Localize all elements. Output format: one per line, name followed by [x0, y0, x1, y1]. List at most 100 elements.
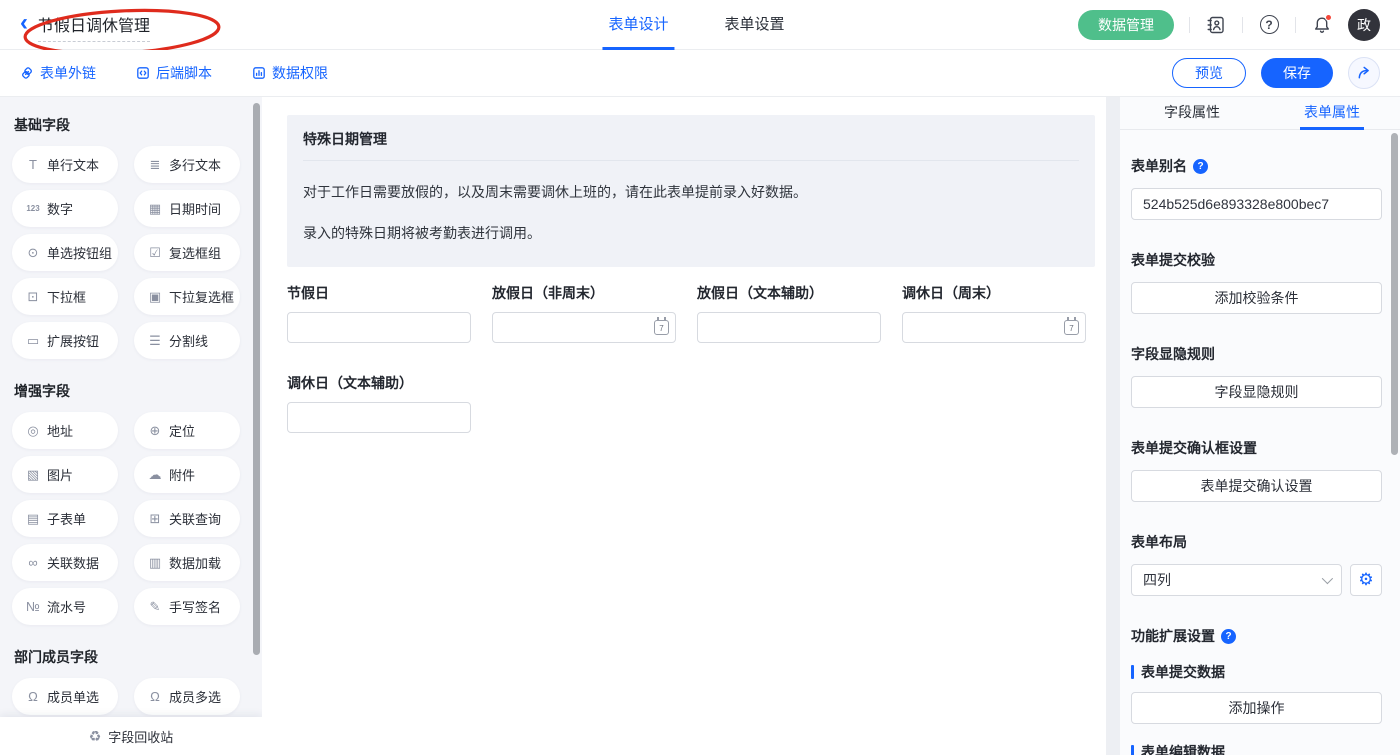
script-icon: [136, 66, 150, 80]
sidebar-item-address[interactable]: ◎地址: [12, 412, 118, 449]
notification-bell-icon[interactable]: [1311, 14, 1333, 36]
workday-weekend-input[interactable]: [902, 312, 1086, 343]
user-avatar[interactable]: 政: [1348, 9, 1380, 41]
sidebar-item-checkbox-group[interactable]: ☑复选框组: [134, 234, 240, 271]
workday-text-input[interactable]: [287, 402, 471, 433]
tab-form-properties[interactable]: 表单属性: [1304, 97, 1360, 130]
sidebar-scrollbar[interactable]: [253, 103, 260, 655]
field-library-sidebar: 基础字段 T单行文本 ≣多行文本 123数字 ▦日期时间 ⊙单选按钮组 ☑复选框…: [0, 97, 262, 755]
sidebar-item-multi-line-text[interactable]: ≣多行文本: [134, 146, 240, 183]
sidebar-item-linked-query[interactable]: ⊞关联查询: [134, 500, 240, 537]
sidebar-item-subform[interactable]: ▤子表单: [12, 500, 118, 537]
data-manage-button[interactable]: 数据管理: [1078, 10, 1174, 40]
bar-chart-icon: ▥: [147, 555, 163, 571]
dayoff-nonweekend-input[interactable]: [492, 312, 676, 343]
sidebar-item-serial-number[interactable]: №流水号: [12, 588, 118, 625]
divider-icon: ☰: [147, 333, 163, 349]
form-alias-input[interactable]: [1131, 188, 1382, 220]
crosshair-icon: ⊕: [147, 423, 163, 439]
sidebar-item-signature[interactable]: ✎手写签名: [134, 588, 240, 625]
sidebar-item-number[interactable]: 123数字: [12, 190, 118, 227]
sidebar-item-linked-data[interactable]: ∞关联数据: [12, 544, 118, 581]
back-icon[interactable]: ‹: [20, 13, 28, 33]
divider: [1242, 17, 1243, 33]
sidebar-item-extend-button[interactable]: ▭扩展按钮: [12, 322, 118, 359]
form-design-canvas: 特殊日期管理 对于工作日需要放假的，以及周末需要调休上班的，请在此表单提前录入好…: [262, 97, 1106, 755]
help-icon[interactable]: ?: [1193, 159, 1208, 174]
form-toolbar: 表单外链 后端脚本 数据权限 预览 保存: [0, 50, 1400, 97]
form-external-link[interactable]: 表单外链: [20, 63, 96, 83]
submit-validation-label: 表单提交校验: [1131, 250, 1215, 270]
sidebar-item-image[interactable]: ▧图片: [12, 456, 118, 493]
layout-settings-button[interactable]: ⚙: [1350, 564, 1382, 596]
sidebar-item-radio-group[interactable]: ⊙单选按钮组: [12, 234, 118, 271]
panel-title: 特殊日期管理: [303, 129, 1079, 161]
panel-description-2: 录入的特殊日期将被考勤表进行调用。: [303, 223, 1079, 243]
dayoff-text-input[interactable]: [697, 312, 881, 343]
people-icon: Ω: [147, 689, 163, 704]
sidebar-item-datetime[interactable]: ▦日期时间: [134, 190, 240, 227]
sidebar-item-member-single[interactable]: Ω成员单选: [12, 678, 118, 715]
notification-badge: [1325, 14, 1332, 21]
field-visibility-label: 字段显隐规则: [1131, 344, 1215, 364]
sidebar-item-single-line-text[interactable]: T单行文本: [12, 146, 118, 183]
recycle-icon: ♻: [89, 728, 102, 745]
linked-query-icon: ⊞: [147, 511, 163, 527]
sidebar-item-member-multi[interactable]: Ω成员多选: [134, 678, 240, 715]
share-arrow-icon: [1355, 64, 1373, 82]
data-permission-link[interactable]: 数据权限: [252, 63, 328, 83]
field-holiday[interactable]: 节假日: [287, 283, 471, 343]
subform-icon: ▤: [25, 511, 41, 527]
submit-confirm-button[interactable]: 表单提交确认设置: [1131, 470, 1382, 502]
chain-link-icon: ∞: [25, 555, 41, 570]
sidebar-item-select[interactable]: ⊡下拉框: [12, 278, 118, 315]
field-recycle-bin[interactable]: ♻ 字段回收站: [0, 717, 262, 755]
edit-data-label: 表单编辑数据: [1141, 742, 1225, 755]
divider: [1189, 17, 1190, 33]
date-picker-icon[interactable]: 7: [654, 320, 669, 335]
chevron-down-icon: [1322, 573, 1333, 584]
sidebar-item-geolocation[interactable]: ⊕定位: [134, 412, 240, 449]
field-workday-text[interactable]: 调休日（文本辅助）: [287, 373, 471, 433]
help-icon[interactable]: ?: [1258, 14, 1280, 36]
properties-scrollbar[interactable]: [1391, 133, 1398, 455]
person-icon: Ω: [25, 689, 41, 704]
field-workday-weekend[interactable]: 调休日（周末） 7: [902, 283, 1086, 343]
single-line-text-icon: T: [25, 157, 41, 172]
sidebar-item-divider-line[interactable]: ☰分割线: [134, 322, 240, 359]
add-validation-button[interactable]: 添加校验条件: [1131, 282, 1382, 314]
tab-field-properties[interactable]: 字段属性: [1164, 97, 1220, 130]
divider: [1295, 17, 1296, 33]
backend-script-link[interactable]: 后端脚本: [136, 63, 212, 83]
address-book-icon[interactable]: [1205, 14, 1227, 36]
section-title-basic-fields: 基础字段: [14, 115, 262, 135]
serial-number-icon: №: [25, 599, 41, 614]
panel-description-1: 对于工作日需要放假的，以及周末需要调休上班的，请在此表单提前录入好数据。: [303, 182, 1079, 202]
layout-select[interactable]: 四列: [1131, 564, 1342, 596]
field-visibility-button[interactable]: 字段显隐规则: [1131, 376, 1382, 408]
submit-confirm-label: 表单提交确认框设置: [1131, 438, 1257, 458]
preview-button[interactable]: 预览: [1172, 58, 1246, 88]
page-title: 节假日调休管理: [38, 12, 150, 42]
number-icon: 123: [25, 204, 41, 213]
sidebar-item-data-load[interactable]: ▥数据加载: [134, 544, 240, 581]
share-button[interactable]: [1348, 57, 1380, 89]
special-date-info-panel[interactable]: 特殊日期管理 对于工作日需要放假的，以及周末需要调休上班的，请在此表单提前录入好…: [287, 115, 1095, 267]
button-icon: ▭: [25, 333, 41, 349]
date-picker-icon[interactable]: 7: [1064, 320, 1079, 335]
checkbox-icon: ☑: [147, 245, 163, 261]
app-header: ‹ 节假日调休管理 表单设计 表单设置 数据管理 ?: [0, 0, 1400, 50]
sidebar-item-attachment[interactable]: ☁附件: [134, 456, 240, 493]
link-icon: [20, 66, 34, 80]
tab-form-settings[interactable]: 表单设置: [724, 0, 784, 50]
tab-form-design[interactable]: 表单设计: [608, 0, 668, 50]
field-dayoff-nonweekend[interactable]: 放假日（非周末） 7: [492, 283, 676, 343]
help-icon[interactable]: ?: [1221, 629, 1236, 644]
multi-select-icon: ▣: [147, 289, 163, 305]
section-title-member-fields: 部门成员字段: [14, 647, 262, 667]
add-submit-action-button[interactable]: 添加操作: [1131, 692, 1382, 724]
save-button[interactable]: 保存: [1261, 58, 1333, 88]
holiday-input[interactable]: [287, 312, 471, 343]
field-dayoff-text[interactable]: 放假日（文本辅助）: [697, 283, 881, 343]
sidebar-item-multi-select[interactable]: ▣下拉复选框: [134, 278, 240, 315]
